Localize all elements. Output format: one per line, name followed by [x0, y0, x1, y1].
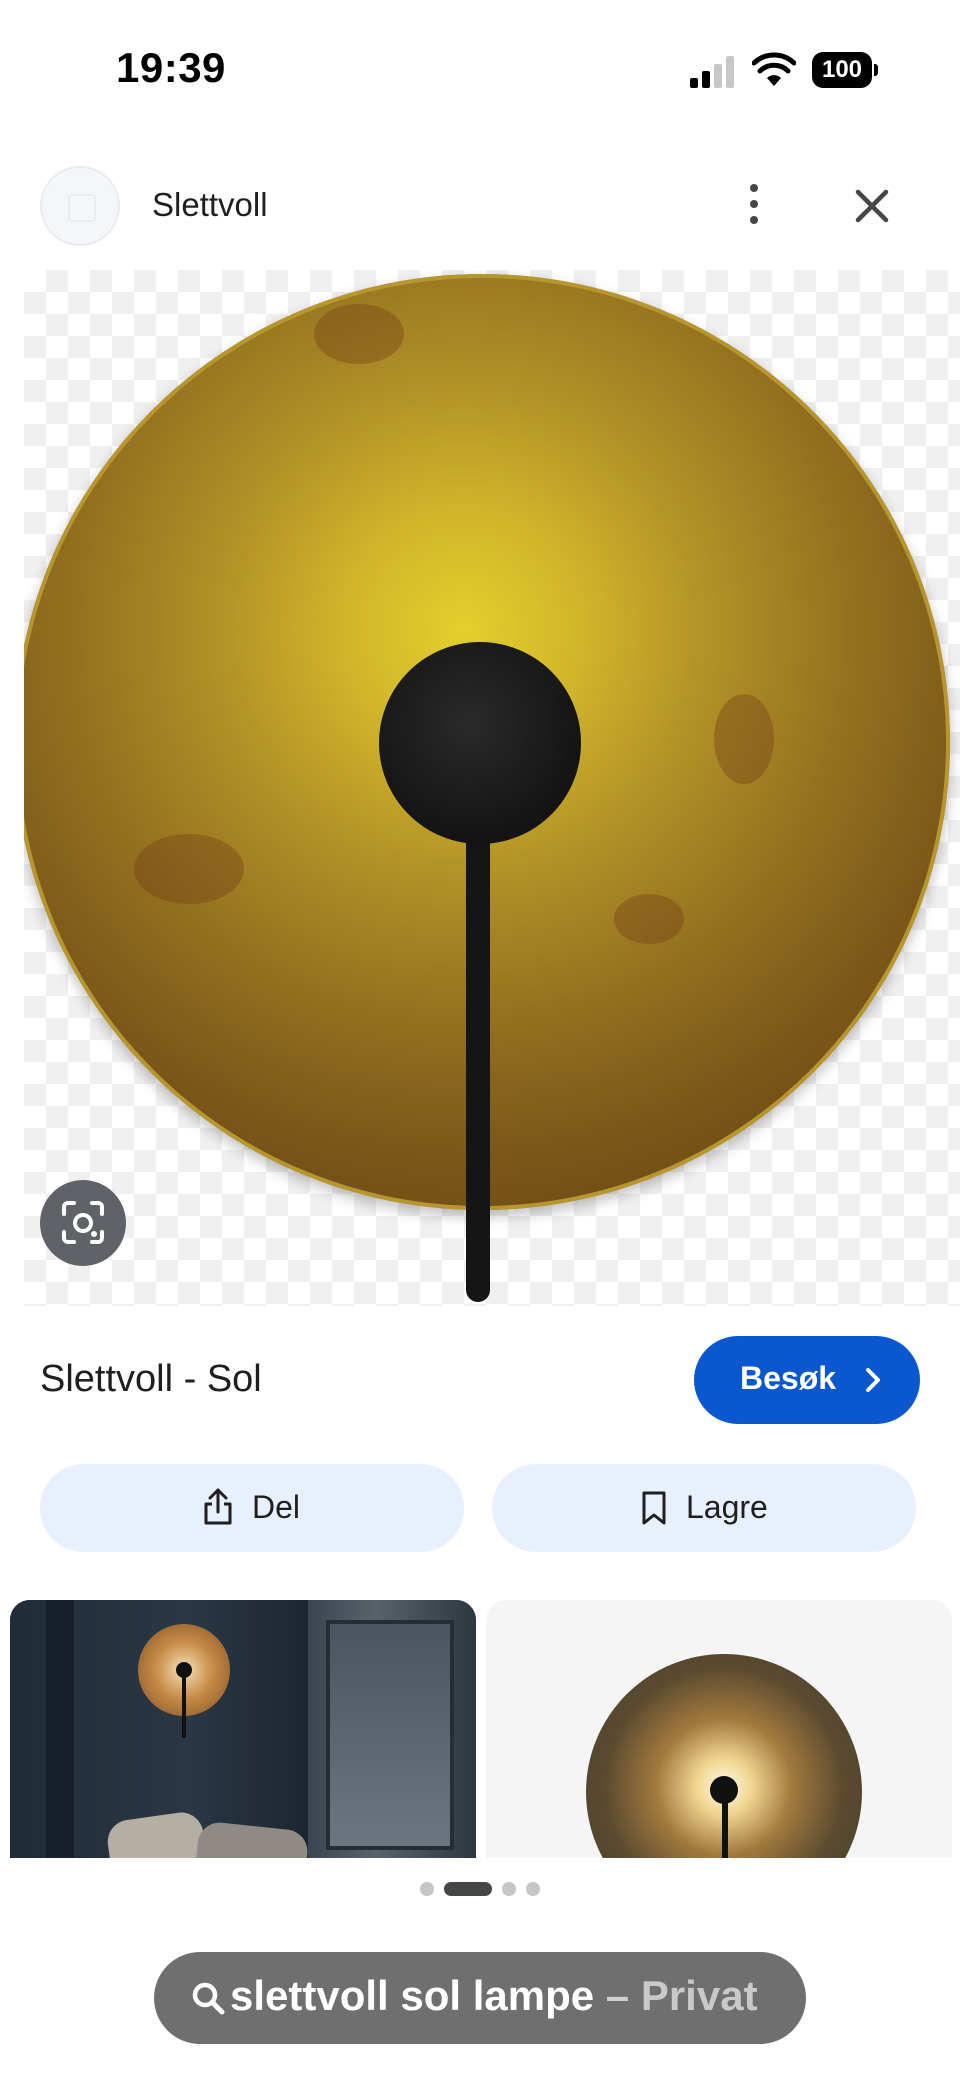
search-mode: Privat [640, 1972, 758, 2019]
save-button[interactable]: Lagre [492, 1464, 916, 1552]
carousel-indicator [0, 1882, 960, 1898]
close-icon[interactable] [848, 182, 896, 230]
carousel-dot[interactable] [502, 1882, 516, 1896]
main-image[interactable] [24, 270, 960, 1306]
share-button[interactable]: Del [40, 1464, 464, 1552]
carousel-dot-active[interactable] [444, 1882, 492, 1896]
cellular-signal-icon [690, 56, 734, 88]
action-buttons: Del Lagre [0, 1464, 960, 1552]
carousel-dot[interactable] [420, 1882, 434, 1896]
search-separator: – [605, 1972, 630, 2019]
chevron-right-icon [866, 1368, 880, 1392]
title-row: Slettvoll - Sol Besøk [0, 1336, 960, 1426]
search-bar[interactable]: slettvoll sol lampe – Privat [154, 1952, 806, 2044]
status-time: 19:39 [116, 44, 226, 91]
google-lens-icon[interactable] [40, 1180, 126, 1266]
visit-button-label: Besøk [740, 1360, 837, 1396]
lamp-knob [379, 642, 581, 844]
lamp-rod [466, 810, 490, 1302]
search-query: slettvoll sol lampe [230, 1972, 595, 2019]
visit-button[interactable]: Besøk [694, 1336, 920, 1424]
related-image-lamp[interactable] [486, 1600, 952, 1858]
result-header: Slettvoll [0, 160, 960, 250]
page-title: Slettvoll - Sol [40, 1358, 262, 1400]
share-icon [204, 1488, 232, 1525]
search-icon [192, 1982, 225, 2015]
more-vert-icon[interactable] [734, 180, 774, 230]
related-images [0, 1600, 960, 1858]
site-name[interactable]: Slettvoll [152, 186, 268, 224]
site-favicon-icon[interactable] [40, 166, 120, 246]
share-button-label: Del [252, 1489, 301, 1525]
status-bar: 19:39 100 [0, 0, 960, 140]
wifi-icon [752, 52, 796, 86]
search-query-line: slettvoll sol lampe – Privat [230, 1972, 758, 2020]
related-image-room[interactable] [10, 1600, 476, 1858]
battery-icon: 100 [812, 52, 878, 88]
carousel-dot[interactable] [526, 1882, 540, 1896]
bookmark-icon [642, 1491, 666, 1525]
save-button-label: Lagre [686, 1489, 768, 1525]
battery-level: 100 [821, 56, 863, 83]
